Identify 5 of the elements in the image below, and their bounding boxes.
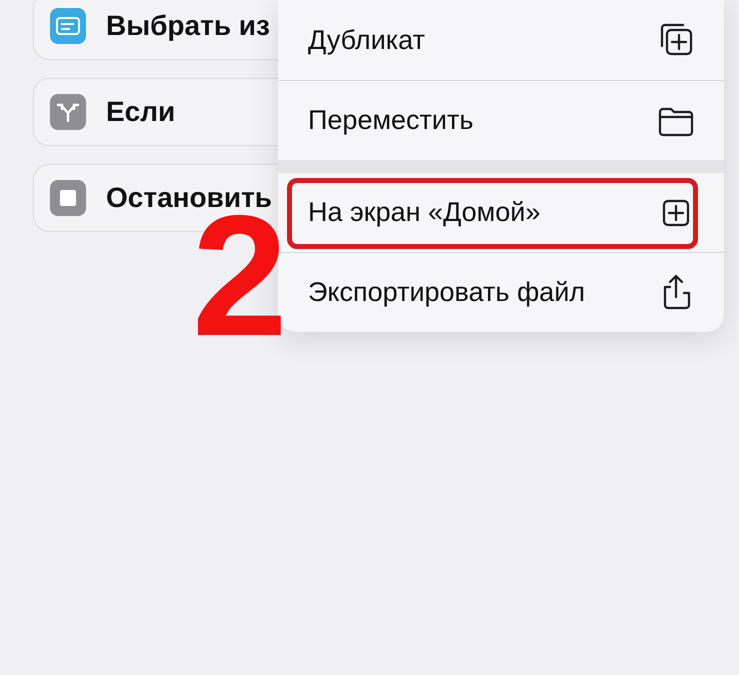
action-label: Остановить [106,182,272,214]
action-label: Если [106,96,176,128]
menu-item[interactable]: Переместить [278,80,724,160]
action-label: Выбрать из [106,10,270,42]
menu-item[interactable]: Дубликат [278,0,724,80]
